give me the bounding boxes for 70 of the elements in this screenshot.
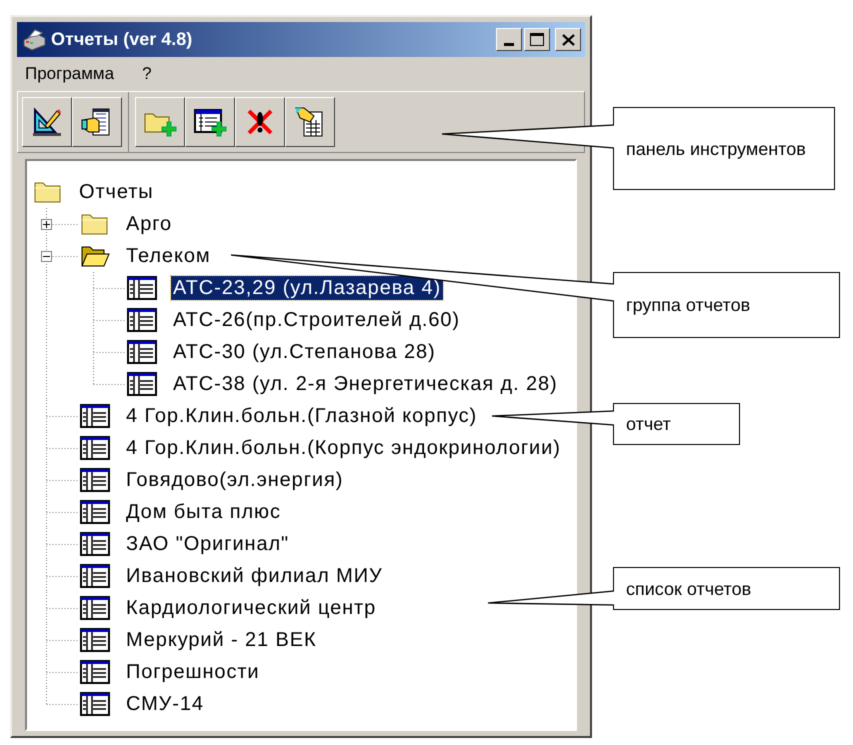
tree-item[interactable]: АТС-38 (ул. 2-я Энергетическая д. 28) — [171, 372, 560, 396]
folder-icon — [80, 212, 110, 236]
minus-icon — [43, 253, 50, 260]
tree-item[interactable]: АТС-23,29 (ул.Лазарева 4) — [171, 276, 444, 300]
callout-box: группа отчетов — [613, 272, 840, 338]
report-icon — [127, 372, 157, 396]
report-icon — [80, 628, 110, 652]
tree-item[interactable]: СМУ-14 — [124, 692, 206, 716]
report-icon — [127, 340, 157, 364]
delete-icon — [245, 107, 275, 137]
report-icon — [80, 564, 110, 588]
collapse-toggle[interactable] — [41, 251, 52, 262]
report-icon — [80, 692, 110, 716]
tree-item[interactable]: Арго — [124, 212, 174, 236]
toolbar-button[interactable] — [72, 97, 122, 147]
maximize-button[interactable] — [524, 28, 550, 51]
report-icon — [127, 276, 157, 300]
tree-item[interactable]: Погрешности — [124, 660, 262, 684]
plus-icon — [43, 221, 50, 228]
report-icon — [80, 468, 110, 492]
tree-line — [46, 432, 78, 464]
toolbar-button[interactable] — [185, 97, 235, 147]
tree-item[interactable]: ЗАО "Оригинал" — [124, 532, 292, 556]
tree-item[interactable]: Говядово(эл.энергия) — [124, 468, 346, 492]
tree-line — [46, 560, 78, 592]
tree-line — [93, 304, 125, 336]
tree-item[interactable]: АТС-30 (ул.Степанова 28) — [171, 340, 438, 364]
report-icon — [80, 404, 110, 428]
report-icon — [127, 308, 157, 332]
tree-item[interactable]: Отчеты — [77, 180, 156, 204]
tree-item[interactable]: 4 Гор.Клин.больн.(Глазной корпус) — [124, 404, 480, 428]
callout-box: панель инструментов — [613, 107, 835, 190]
report-icon — [80, 596, 110, 620]
open-folder-icon — [80, 244, 110, 268]
report-icon — [80, 500, 110, 524]
folder-icon — [33, 180, 63, 204]
printer-icon — [21, 28, 47, 52]
tree-item[interactable]: Ивановский филиал МИУ — [124, 564, 385, 588]
tree-item[interactable]: АТС-26(пр.Строителей д.60) — [171, 308, 462, 332]
toolbar-button[interactable] — [135, 97, 185, 147]
tree-item[interactable]: 4 Гор.Клин.больн.(Корпус эндокринологии) — [124, 436, 563, 460]
toolbar-button[interactable] — [285, 97, 335, 147]
close-icon — [562, 34, 574, 46]
tree-line — [93, 272, 125, 304]
maximize-icon — [530, 33, 544, 46]
toolbar-button[interactable] — [22, 97, 72, 147]
tree-item[interactable]: Кардиологический центр — [124, 596, 378, 620]
tree-line — [46, 528, 78, 560]
report-icon — [80, 660, 110, 684]
toolbar-button[interactable] — [235, 97, 285, 147]
tree-item[interactable]: Дом быта плюс — [124, 500, 283, 524]
tree-item[interactable]: Меркурий - 21 ВЕК — [124, 628, 319, 652]
tree-item[interactable]: Телеком — [124, 244, 212, 268]
report-icon — [80, 532, 110, 556]
callout-box: список отчетов — [613, 567, 840, 610]
tree-line — [46, 496, 78, 528]
minimize-icon — [504, 43, 514, 46]
menu-item[interactable]: ? — [142, 61, 152, 87]
tree-line — [46, 464, 78, 496]
table-plus-icon — [193, 106, 227, 138]
close-button[interactable] — [555, 28, 581, 51]
callout-box: отчет — [613, 403, 740, 445]
tree-line — [46, 624, 78, 656]
expand-toggle[interactable] — [41, 219, 52, 230]
set-square-pencil-icon — [31, 106, 63, 138]
report-icon — [80, 436, 110, 460]
menu-item[interactable]: Программа — [25, 61, 114, 87]
window-title: Отчеты (ver 4.8) — [51, 28, 192, 51]
minimize-button[interactable] — [496, 28, 522, 51]
tree-line — [46, 592, 78, 624]
